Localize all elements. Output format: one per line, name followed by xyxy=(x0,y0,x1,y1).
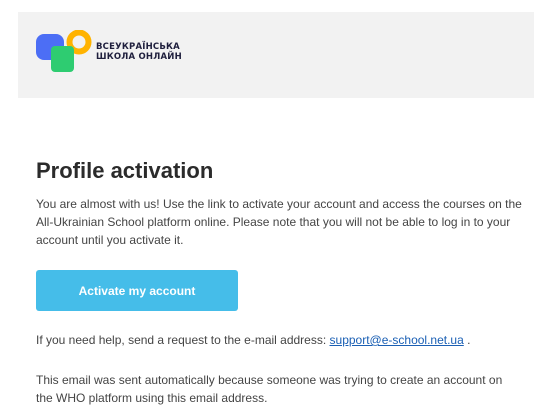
intro-text: You are almost with us! Use the link to … xyxy=(36,197,522,247)
email-container: ВСЕУКРАЇНСЬКА ШКОЛА ОНЛАЙН Profile activ… xyxy=(18,12,534,407)
help-text: If you need help, send a request to the … xyxy=(36,331,522,349)
brand-name-line1: ВСЕУКРАЇНСЬКА xyxy=(96,42,180,52)
help-text-suffix: . xyxy=(463,333,471,347)
activate-account-button[interactable]: Activate my account xyxy=(36,270,238,311)
brand-name-line2: ШКОЛА ОНЛАЙН xyxy=(96,52,182,62)
email-body: Profile activation You are almost with u… xyxy=(18,98,534,407)
page-title: Profile activation xyxy=(36,158,214,183)
footer-text: This email was sent automatically becaus… xyxy=(36,373,503,405)
email-header: ВСЕУКРАЇНСЬКА ШКОЛА ОНЛАЙН xyxy=(18,12,534,98)
support-email-link[interactable]: support@e-school.net.ua xyxy=(330,333,464,347)
help-text-prefix: If you need help, send a request to the … xyxy=(36,333,330,347)
brand-name: ВСЕУКРАЇНСЬКА ШКОЛА ОНЛАЙН xyxy=(96,42,182,62)
